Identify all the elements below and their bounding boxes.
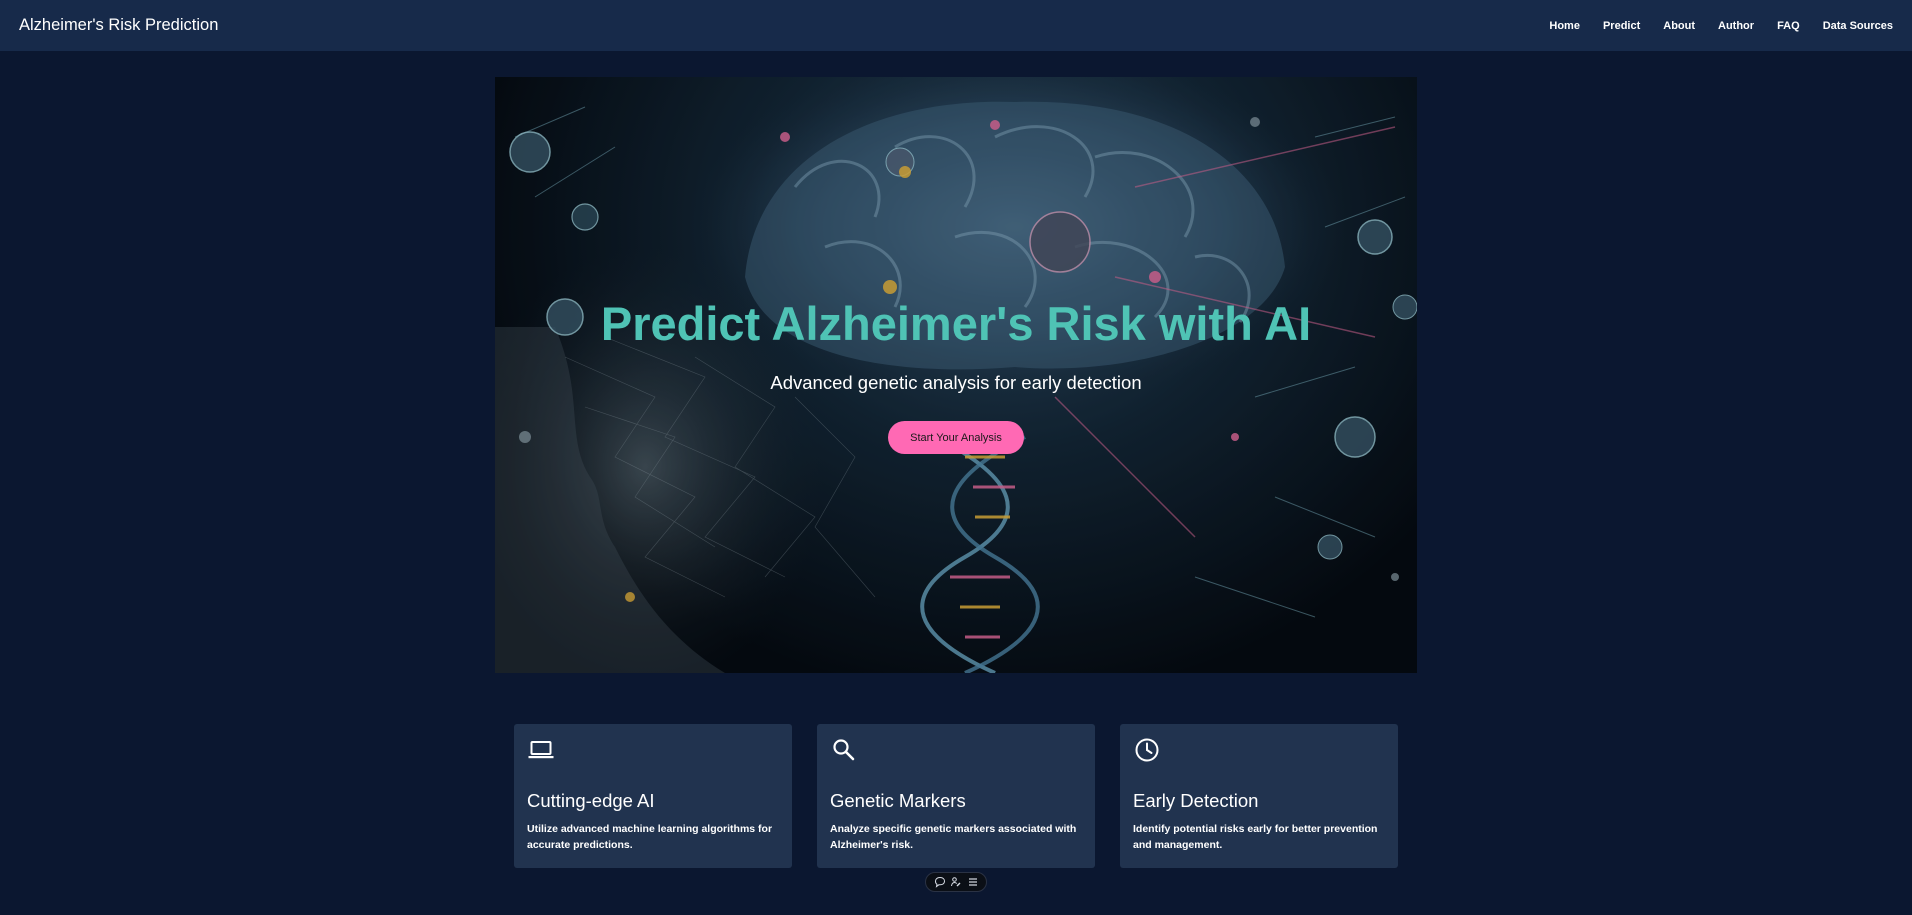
top-navbar: Alzheimer's Risk Prediction Home Predict… [0,0,1912,51]
hero-section: Predict Alzheimer's Risk with AI Advance… [495,77,1417,673]
menu-icon[interactable] [967,876,979,888]
feature-card-ai: Cutting-edge AI Utilize advanced machine… [514,724,792,868]
hero-content: Predict Alzheimer's Risk with AI Advance… [495,77,1417,673]
laptop-icon [528,741,554,759]
feature-description: Utilize advanced machine learning algori… [527,823,773,851]
feature-card-genetic-markers: Genetic Markers Analyze specific genetic… [817,724,1095,868]
comment-icon[interactable] [934,876,946,888]
nav-link-home[interactable]: Home [1549,20,1580,32]
hero-title: Predict Alzheimer's Risk with AI [600,297,1312,350]
nav-link-about[interactable]: About [1663,20,1695,32]
nav-links: Home Predict About Author FAQ Data Sourc… [1526,20,1893,32]
feature-title: Early Detection [1133,790,1259,811]
start-analysis-button[interactable]: Start Your Analysis [888,421,1024,454]
brand-title[interactable]: Alzheimer's Risk Prediction [19,16,218,35]
feature-description: Analyze specific genetic markers associa… [830,823,1077,851]
nav-link-data-sources[interactable]: Data Sources [1823,20,1893,32]
floating-toolbar [925,872,987,892]
clock-icon [1135,738,1159,762]
feature-title: Cutting-edge AI [527,790,655,811]
hero-subtitle: Advanced genetic analysis for early dete… [770,372,1142,393]
nav-link-author[interactable]: Author [1718,20,1754,32]
person-edit-icon[interactable] [950,876,962,888]
search-icon [833,739,855,761]
nav-link-predict[interactable]: Predict [1603,20,1640,32]
features-section: Cutting-edge AI Utilize advanced machine… [514,724,1398,868]
feature-card-early-detection: Early Detection Identify potential risks… [1120,724,1398,868]
feature-title: Genetic Markers [830,790,966,811]
feature-description: Identify potential risks early for bette… [1133,823,1378,851]
nav-link-faq[interactable]: FAQ [1777,20,1800,32]
